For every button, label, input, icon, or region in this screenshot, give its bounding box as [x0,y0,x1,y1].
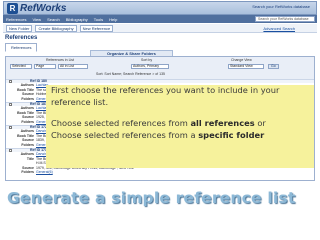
references-in-list-label: References in List [46,58,75,62]
reference-id: Ref ID 172 [30,125,47,129]
menu-references[interactable]: References [6,17,26,22]
main-menubar: References View Search Bibliography Tool… [3,15,317,23]
quick-search-input[interactable]: Search your RefWorks database [255,16,315,22]
refworks-logo[interactable]: R RefWorks [7,3,67,14]
new-reference-button[interactable]: New Reference [79,24,114,32]
callout-line-3-prefix: Choose selected references from a [51,129,199,140]
instruction-callout: First choose the references you want to … [46,85,314,168]
reference-checkbox[interactable] [9,80,12,83]
reference-checkbox[interactable] [9,103,12,106]
callout-line-3: Choose selected references from a specif… [46,130,314,142]
reference-id: Ref ID 181 [30,102,47,106]
callout-specific-folder: specific folder [198,129,265,140]
sort-by-label: Sort by [141,58,153,62]
change-view-label: Change View [231,58,252,62]
toolbar: New Folder Create Bibliography New Refer… [3,24,317,33]
callout-all-references: all references [190,118,255,128]
all-in-list-select[interactable]: All in List [58,64,88,69]
menu-view[interactable]: View [32,17,41,22]
callout-line-2-prefix: Choose selected references from [51,118,191,128]
reference-header: Ref ID 180 [6,79,314,83]
field-label: Folders [21,96,34,101]
reference-row: Folders General(6) [6,170,314,175]
menu-help[interactable]: Help [109,17,117,22]
header-search-link[interactable]: Search your RefWorks database [252,4,310,9]
refworks-logo-text: RefWorks [20,3,67,14]
change-view-select[interactable]: Standard View [228,64,264,69]
list-controls: References in List Selected Page All in … [6,57,314,79]
callout-line-1: First choose the references you want to … [51,85,280,107]
new-folder-button[interactable]: New Folder [6,24,33,32]
refworks-logo-icon: R [7,3,18,14]
menu-search[interactable]: Search [47,17,60,22]
field-value[interactable]: General(6) [36,170,53,175]
sort-by-select[interactable]: Authors, Primary [131,64,169,69]
callout-line-2-suffix: or [254,118,266,128]
app-header: R RefWorks Search your RefWorks database [3,1,317,15]
reference-checkbox[interactable] [9,126,12,129]
field-label: Folders [21,119,34,124]
page-title: References [5,35,38,41]
reference-id: Ref ID 173 [30,148,47,152]
callout-line-2: Choose selected references from all refe… [46,118,314,130]
tab-references[interactable]: References [5,43,38,52]
callout-spacer [46,108,314,118]
create-bibliography-button[interactable]: Create Bibliography [35,24,77,32]
page-select[interactable]: Page [34,64,56,69]
menu-tools[interactable]: Tools [94,17,103,22]
go-button[interactable]: Go [268,64,279,69]
sort-detail-text: Sort: Sort Name; Search Reference > of 1… [96,72,165,76]
tab-strip: References [5,43,38,52]
field-label: Folders [21,170,34,174]
reference-checkbox[interactable] [9,149,12,152]
menu-bibliography[interactable]: Bibliography [66,17,88,22]
field-label: Folders [21,142,34,147]
reference-id: Ref ID 180 [30,79,47,83]
selected-select[interactable]: Selected [10,64,32,69]
advanced-search-link[interactable]: Advanced Search [263,26,295,31]
slide-caption: Generate a simple reference list [7,189,296,207]
